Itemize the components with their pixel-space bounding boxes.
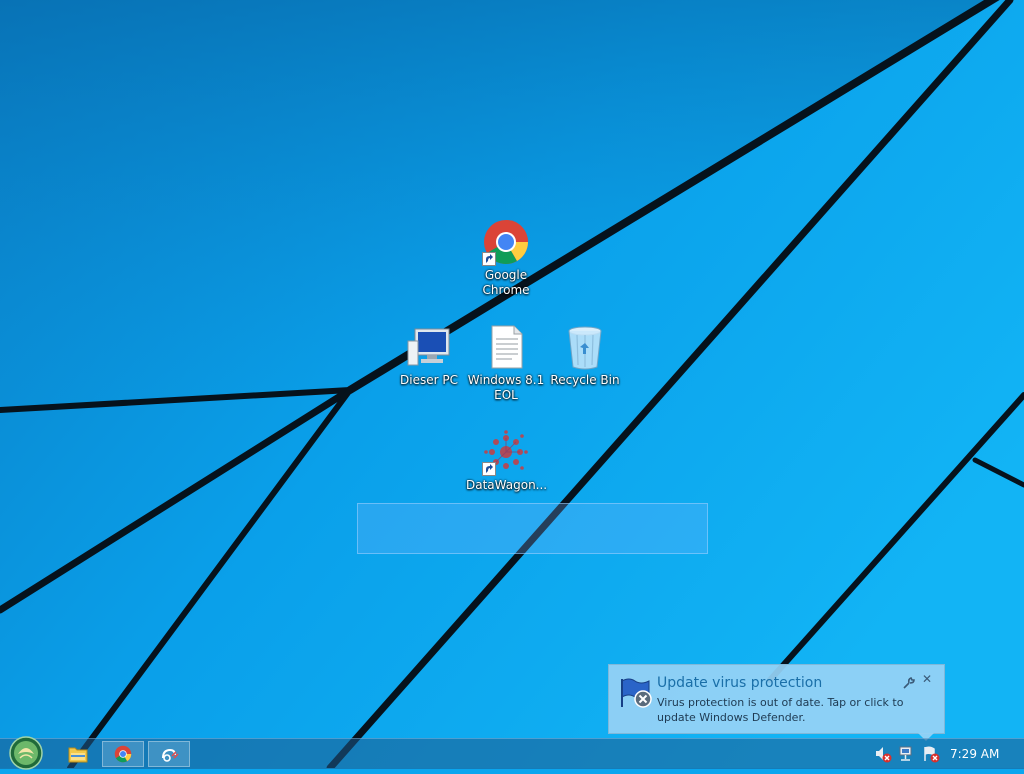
desktop-icon-label: DataWagon...	[466, 478, 548, 492]
defender-flag-icon	[619, 675, 653, 709]
drag-selection-rectangle	[357, 503, 708, 554]
datawagon-icon	[162, 748, 179, 762]
computer-icon	[405, 323, 453, 371]
desktop-icon-recycle-bin[interactable]: Recycle Bin	[545, 323, 625, 388]
desktop-icon-label: Recycle Bin	[550, 373, 620, 387]
desktop-icon-this-pc[interactable]: Dieser PC	[389, 323, 469, 388]
recycle-bin-icon	[561, 323, 609, 371]
taskbar-clock[interactable]: 7:29 AM	[950, 747, 999, 761]
chrome-icon	[114, 745, 132, 763]
notification-title: Update virus protection	[657, 675, 823, 691]
taskbar: 7:29 AM	[0, 736, 1024, 770]
desktop-icon-label: Windows 8.1 EOL	[467, 373, 545, 402]
desktop-icon-windows-eol[interactable]: Windows 8.1 EOL	[466, 323, 546, 403]
shortcut-arrow-icon	[482, 462, 496, 476]
notification-message: Virus protection is out of date. Tap or …	[657, 696, 904, 724]
shortcut-arrow-icon	[482, 252, 496, 266]
speaker-muted-icon[interactable]	[874, 745, 892, 763]
text-document-icon	[482, 323, 530, 371]
wrench-icon[interactable]	[903, 674, 915, 689]
taskbar-file-explorer-button[interactable]	[57, 741, 99, 767]
chrome-icon	[482, 218, 530, 266]
start-orb-icon[interactable]	[8, 736, 44, 770]
desktop-icon-datawagon[interactable]: DataWagon...	[466, 428, 548, 493]
close-icon[interactable]: ✕	[922, 672, 932, 686]
taskbar-chrome-button[interactable]	[102, 741, 144, 767]
file-explorer-icon	[68, 747, 88, 763]
defender-notification[interactable]: Update virus protection Virus protection…	[608, 664, 945, 734]
taskbar-datawagon-button[interactable]	[148, 741, 190, 767]
desktop-icon-label: Dieser PC	[400, 373, 458, 387]
desktop-icon-google-chrome[interactable]: Google Chrome	[466, 218, 546, 298]
desktop-icon-label: Google Chrome	[482, 268, 530, 297]
network-icon[interactable]	[898, 745, 916, 763]
datawagon-icon	[482, 428, 530, 476]
action-center-alert-icon[interactable]	[922, 745, 940, 763]
